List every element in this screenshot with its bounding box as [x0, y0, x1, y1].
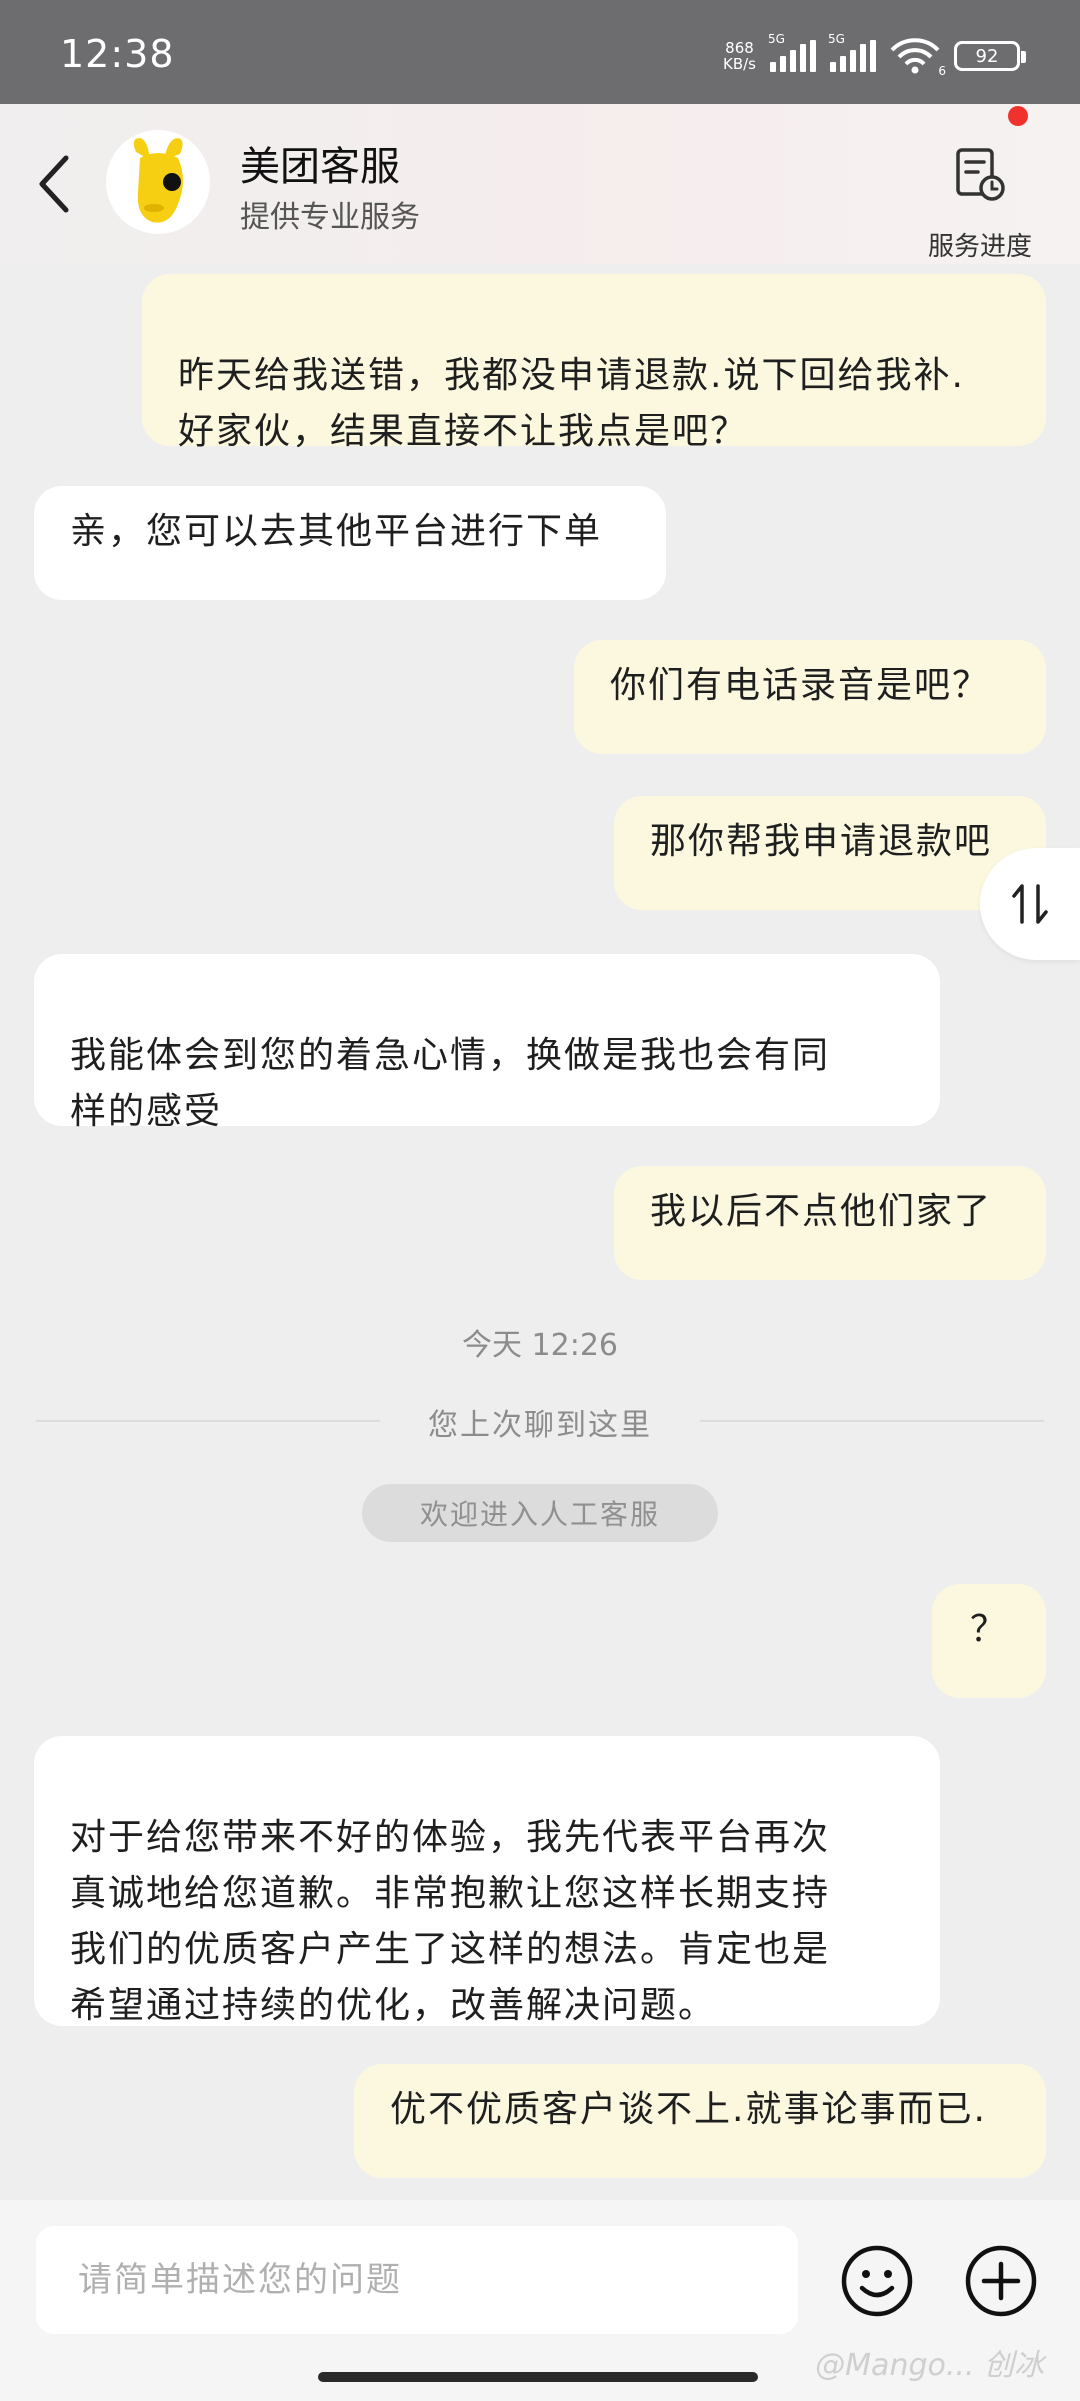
battery-icon: 92	[954, 41, 1026, 71]
status-bar: 12:38 868 KB/s 5G 5G 6 92	[0, 0, 1080, 104]
message-text: 昨天给我送错，我都没申请退款.说下回给我补. 好家伙，结果直接不让我点是吧？	[178, 355, 965, 452]
message-incoming[interactable]: 对于给您带来不好的体验，我先代表平台再次 真诚地给您道歉。非常抱歉让您这样长期支…	[34, 1736, 940, 2026]
divider-line	[700, 1420, 1044, 1422]
message-input[interactable]	[36, 2226, 798, 2334]
document-clock-icon	[956, 148, 1005, 201]
page-title: 美团客服	[240, 144, 400, 190]
network-speed-unit: KB/s	[723, 55, 756, 73]
notification-dot	[1008, 106, 1028, 126]
message-outgoing[interactable]: 昨天给我送错，我都没申请退款.说下回给我补. 好家伙，结果直接不让我点是吧？	[142, 274, 1046, 452]
system-notice-text: 欢迎进入人工客服	[419, 1498, 660, 1531]
service-progress-label: 服务进度	[927, 232, 1032, 262]
message-incoming[interactable]: 亲，您可以去其他平台进行下单	[34, 486, 666, 600]
status-time: 12:38	[60, 32, 175, 76]
home-indicator[interactable]	[318, 2372, 758, 2382]
avatar[interactable]	[106, 130, 210, 234]
back-button[interactable]	[30, 144, 80, 224]
signal-tag: 5G	[768, 32, 785, 46]
mascot-icon	[133, 138, 183, 223]
network-speed-value: 868	[725, 39, 754, 57]
message-outgoing[interactable]: 优不优质客户谈不上.就事论事而已.	[354, 2064, 1046, 2178]
sort-arrows-icon	[1012, 884, 1048, 924]
smiley-icon	[841, 2245, 913, 2317]
wifi-icon: 6	[890, 38, 946, 78]
chat-header: 美团客服 提供专业服务 服务进度	[0, 104, 1080, 264]
input-bar: @Mango... 创冰	[0, 2200, 1080, 2401]
signal-icon: 5G	[828, 32, 876, 72]
message-text: 亲，您可以去其他平台进行下单	[70, 511, 603, 552]
timestamp: 今天 12:26	[462, 1328, 618, 1363]
system-notice: 欢迎进入人工客服	[362, 1484, 718, 1542]
message-text: 你们有电话录音是吧？	[610, 665, 991, 706]
message-text: 我能体会到您的着急心情，换做是我也会有同 样的感受	[70, 1035, 831, 1132]
add-button[interactable]	[964, 2244, 1038, 2318]
message-text: 优不优质客户谈不上.就事论事而已.	[390, 2089, 987, 2130]
network-speed: 868 KB/s	[723, 40, 756, 72]
chat-message-list[interactable]: 昨天给我送错，我都没申请退款.说下回给我补. 好家伙，结果直接不让我点是吧？ 亲…	[0, 264, 1080, 2200]
wifi-tag: 6	[938, 64, 946, 78]
battery-level: 92	[975, 45, 999, 67]
message-outgoing[interactable]: 你们有电话录音是吧？	[574, 640, 1046, 754]
chevron-left-icon	[39, 155, 69, 213]
message-text: ？	[969, 1609, 1008, 1650]
signal-icon: 5G	[768, 32, 816, 72]
page-subtitle: 提供专业服务	[240, 200, 420, 235]
message-text: 那你帮我申请退款吧	[650, 821, 993, 862]
message-text: 我以后不点他们家了	[650, 1191, 993, 1232]
message-outgoing[interactable]: ？	[932, 1584, 1046, 1698]
history-divider: 您上次聊到这里	[428, 1408, 652, 1443]
service-progress-button[interactable]: 服务进度	[920, 130, 1040, 262]
status-icons: 868 KB/s 5G 5G 6 92	[723, 32, 1026, 78]
plus-circle-icon	[965, 2245, 1037, 2317]
emoji-button[interactable]	[840, 2244, 914, 2318]
signal-tag: 5G	[828, 32, 845, 46]
scroll-toggle-button[interactable]	[980, 848, 1080, 960]
message-incoming[interactable]: 我能体会到您的着急心情，换做是我也会有同 样的感受	[34, 954, 940, 1132]
message-outgoing[interactable]: 我以后不点他们家了	[614, 1166, 1046, 1280]
message-text: 对于给您带来不好的体验，我先代表平台再次 真诚地给您道歉。非常抱歉让您这样长期支…	[70, 1817, 831, 2026]
watermark: @Mango... 创冰	[815, 2348, 1044, 2383]
